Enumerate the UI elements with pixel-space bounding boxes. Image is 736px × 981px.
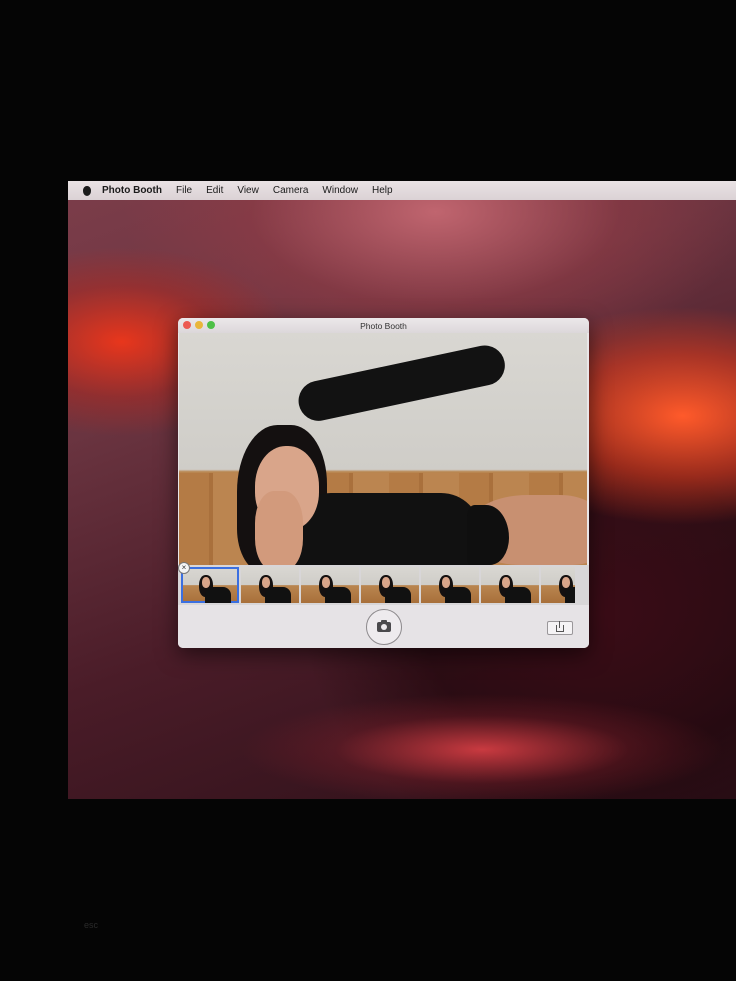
photo-thumbnail[interactable] <box>481 567 539 603</box>
photo-thumbnail[interactable] <box>301 567 359 603</box>
esc-key-label: esc <box>84 920 99 930</box>
menu-file[interactable]: File <box>176 185 192 196</box>
photo-filmstrip <box>178 565 589 605</box>
photo-thumbnail[interactable] <box>541 567 575 603</box>
window-controls <box>183 321 215 329</box>
keyboard-area: esc <box>40 900 730 981</box>
share-icon <box>556 620 564 632</box>
photo-thumbnail[interactable] <box>421 567 479 603</box>
zoom-window-button[interactable] <box>207 321 215 329</box>
menu-window[interactable]: Window <box>322 185 358 196</box>
window-toolbar <box>178 605 589 648</box>
close-window-button[interactable] <box>183 321 191 329</box>
menu-help[interactable]: Help <box>372 185 393 196</box>
camera-preview <box>179 333 587 581</box>
camera-icon <box>377 620 391 632</box>
menu-camera[interactable]: Camera <box>273 185 309 196</box>
preview-person-arm <box>294 341 509 425</box>
photo-booth-window: Photo Booth × <box>178 318 589 648</box>
minimize-window-button[interactable] <box>195 321 203 329</box>
photo-thumbnail[interactable] <box>361 567 419 603</box>
share-button[interactable] <box>547 620 573 635</box>
menu-bar: Photo Booth File Edit View Camera Window… <box>68 181 736 200</box>
apple-icon[interactable] <box>83 185 91 196</box>
menu-app-name[interactable]: Photo Booth <box>102 185 162 196</box>
preview-person-hand <box>255 491 303 571</box>
take-photo-button[interactable] <box>366 609 402 645</box>
delete-photo-icon[interactable]: × <box>178 562 190 574</box>
menu-view[interactable]: View <box>237 185 259 196</box>
photo-thumbnail[interactable] <box>241 567 299 603</box>
window-title: Photo Booth <box>360 320 407 331</box>
window-titlebar[interactable]: Photo Booth <box>178 318 589 333</box>
menu-edit[interactable]: Edit <box>206 185 223 196</box>
photo-thumbnail[interactable] <box>181 567 239 603</box>
